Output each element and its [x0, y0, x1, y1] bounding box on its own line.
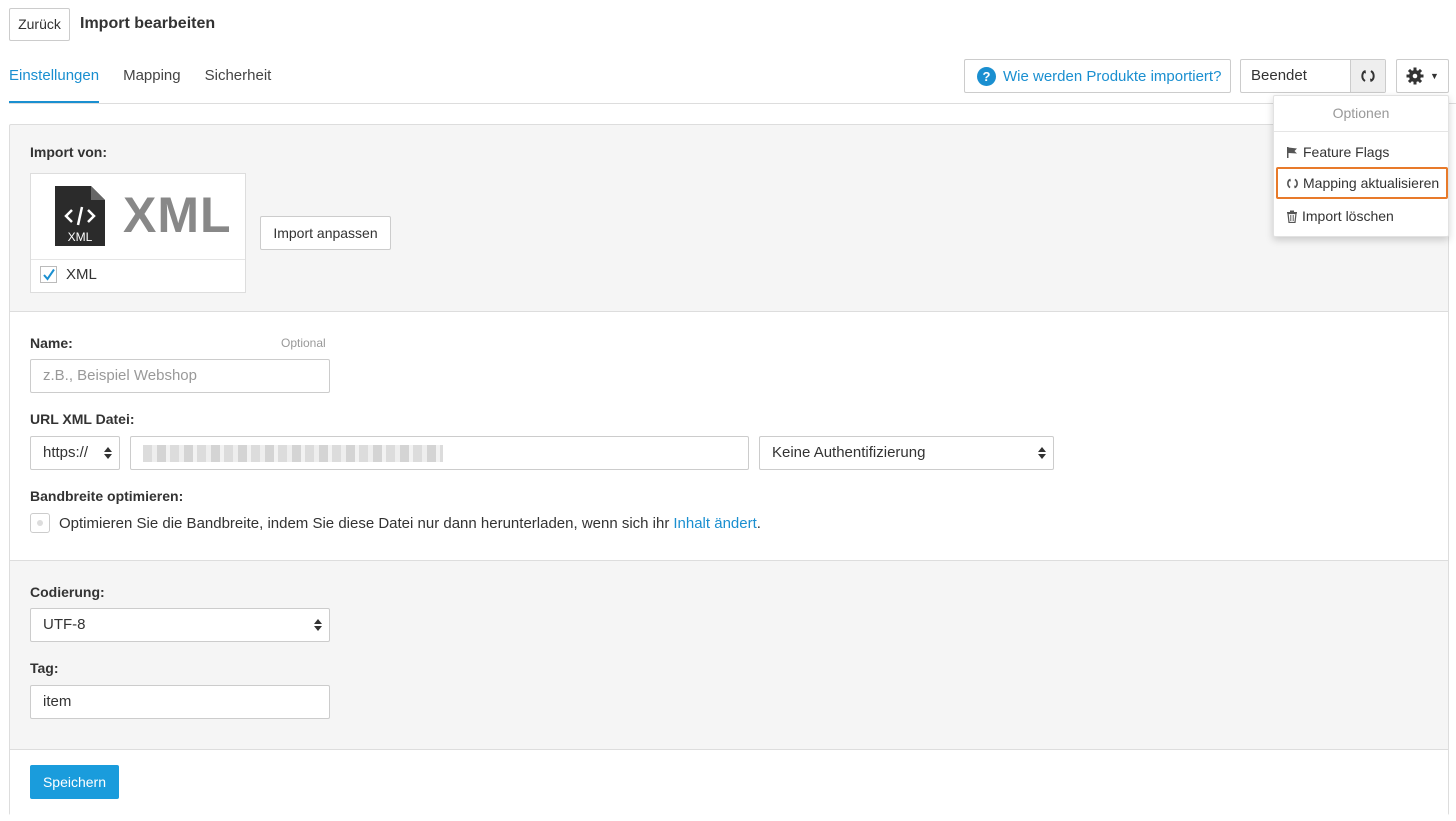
question-icon: ?: [977, 66, 996, 86]
gear-icon: [1406, 67, 1424, 85]
url-input[interactable]: [130, 436, 749, 470]
xml-file-icon-label: XML: [68, 230, 93, 244]
name-input[interactable]: z.B., Beispiel Webshop: [30, 359, 330, 393]
section-divider: [10, 311, 1448, 312]
menu-item-label: Mapping aktualisieren: [1303, 175, 1440, 191]
encoding-label: Codierung:: [30, 584, 105, 600]
checkmark-icon: [42, 268, 55, 281]
menu-item-label: Feature Flags: [1303, 144, 1390, 160]
encoding-value: UTF-8: [43, 616, 86, 633]
footer-section: [10, 750, 1448, 815]
xml-logo: XML XML: [31, 174, 245, 260]
dropdown-header: Optionen: [1274, 96, 1448, 132]
refresh-button[interactable]: [1350, 60, 1385, 92]
select-arrows-icon: [314, 618, 322, 632]
xml-checkbox[interactable]: [40, 266, 57, 283]
url-label: URL XML Datei:: [30, 411, 135, 427]
section-divider: [10, 749, 1448, 750]
xml-file-icon: XML: [55, 186, 105, 246]
tab-sicherheit[interactable]: Sicherheit: [205, 58, 272, 103]
tabs-divider: [9, 103, 1456, 104]
bandwidth-checkbox[interactable]: [30, 513, 50, 533]
refresh-icon: [1287, 178, 1298, 188]
xml-checkbox-label: XML: [66, 266, 97, 283]
auth-value: Keine Authentifizierung: [772, 444, 926, 461]
protocol-select[interactable]: https://: [30, 436, 120, 470]
menu-item-mapping-aktualisieren[interactable]: Mapping aktualisieren: [1276, 167, 1448, 199]
xml-checkbox-row[interactable]: XML: [40, 266, 97, 283]
bandwidth-option[interactable]: Optimieren Sie die Bandbreite, indem Sie…: [30, 513, 761, 533]
bandwidth-label: Bandbreite optimieren:: [30, 488, 184, 504]
bandwidth-text-end: .: [756, 514, 761, 532]
redacted-url: [143, 445, 443, 462]
tab-einstellungen[interactable]: Einstellungen: [9, 58, 100, 103]
chevron-down-icon: ▼: [1430, 71, 1439, 81]
menu-item-label: Import löschen: [1302, 208, 1394, 224]
settings-dropdown-button[interactable]: ▼: [1396, 59, 1449, 93]
tab-mapping[interactable]: Mapping: [123, 58, 181, 103]
select-arrows-icon: [1038, 446, 1046, 460]
trash-icon: [1287, 210, 1297, 223]
help-button[interactable]: ? Wie werden Produkte importiert?: [964, 59, 1231, 93]
back-button[interactable]: Zurück: [9, 8, 70, 41]
menu-item-feature-flags[interactable]: Feature Flags: [1276, 136, 1448, 168]
import-anpassen-button[interactable]: Import anpassen: [260, 216, 391, 250]
tag-input[interactable]: item: [30, 685, 330, 719]
options-dropdown-menu: Optionen Feature Flags Mapping aktualisi…: [1273, 95, 1449, 237]
xml-logo-text: XML: [123, 187, 232, 243]
refresh-icon: [1361, 70, 1375, 82]
select-arrows-icon: [104, 446, 112, 460]
protocol-value: https://: [43, 444, 89, 461]
tag-label: Tag:: [30, 660, 59, 676]
xml-source-tile[interactable]: XML XML XML: [30, 173, 246, 293]
auth-select[interactable]: Keine Authentifizierung: [759, 436, 1054, 470]
tab-bar: Einstellungen Mapping Sicherheit: [9, 58, 295, 104]
save-button[interactable]: Speichern: [30, 765, 119, 799]
name-label: Name:: [30, 335, 73, 351]
help-button-label: Wie werden Produkte importiert?: [1003, 67, 1222, 85]
import-settings-card: Import von: XML XML XML Import anpassen: [9, 124, 1449, 815]
page-title: Import bearbeiten: [80, 15, 216, 32]
section-divider: [10, 560, 1448, 561]
status-value: Beendet: [1251, 67, 1307, 84]
flag-icon: [1287, 146, 1297, 158]
menu-item-import-loeschen[interactable]: Import löschen: [1276, 200, 1448, 232]
encoding-select[interactable]: UTF-8: [30, 608, 330, 642]
inhalt-aendert-link[interactable]: Inhalt ändert: [673, 515, 756, 532]
import-source-label: Import von:: [30, 144, 107, 160]
optional-hint: Optional: [281, 336, 326, 350]
bandwidth-text: Optimieren Sie die Bandbreite, indem Sie…: [59, 514, 670, 532]
status-control: Beendet: [1240, 59, 1386, 93]
